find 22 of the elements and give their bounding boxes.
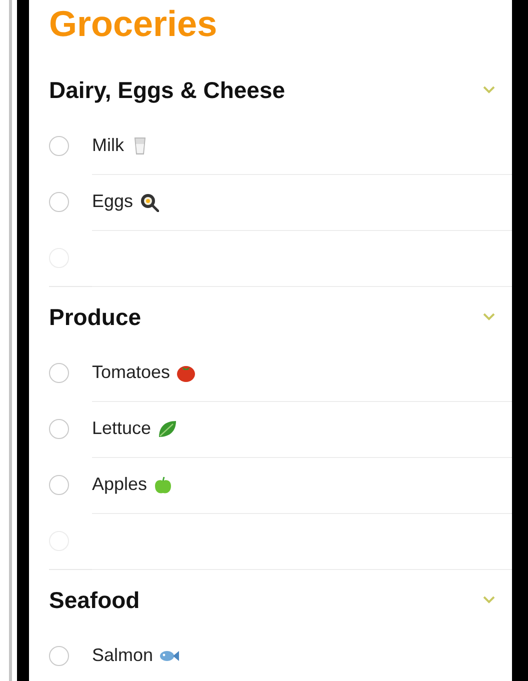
- item-label: Milk: [92, 135, 124, 156]
- frying-pan-icon: [139, 192, 160, 212]
- section-title: Produce: [49, 304, 142, 330]
- item-label: Eggs: [92, 191, 134, 212]
- checkbox[interactable]: [49, 136, 69, 156]
- chevron-down-icon[interactable]: [482, 595, 496, 605]
- chevron-down-icon[interactable]: [482, 85, 496, 95]
- list-title: Groceries: [49, 2, 218, 46]
- chevron-down-icon[interactable]: [482, 312, 496, 322]
- item-label: Lettuce: [92, 418, 152, 439]
- section-title: Dairy, Eggs & Cheese: [49, 76, 286, 104]
- leaf-icon: [157, 418, 178, 438]
- item-label: Apples: [92, 474, 148, 495]
- item-label: Salmon: [92, 645, 154, 666]
- item-label: Tomatoes: [92, 362, 170, 383]
- checkbox[interactable]: [49, 419, 69, 439]
- checkbox[interactable]: [49, 192, 69, 212]
- checkbox[interactable]: [49, 475, 69, 495]
- checkbox[interactable]: [49, 363, 69, 383]
- section-title: Seafood: [49, 586, 140, 614]
- apple-icon: [153, 474, 174, 494]
- checkbox[interactable]: [49, 646, 69, 666]
